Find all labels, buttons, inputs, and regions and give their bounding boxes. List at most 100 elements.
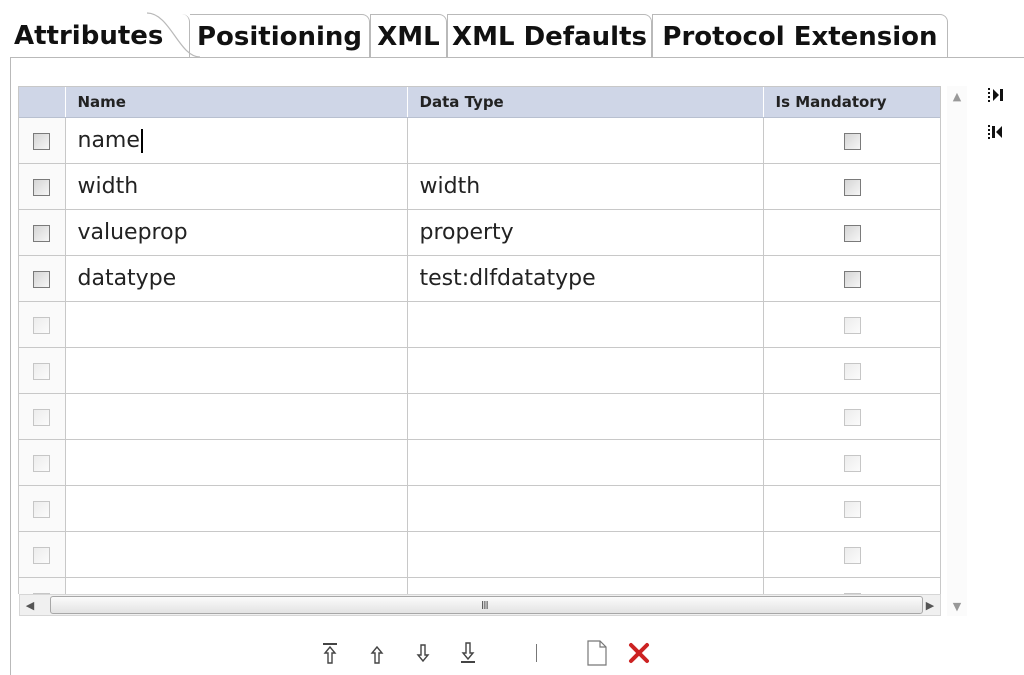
name-cell[interactable] xyxy=(65,485,408,532)
row-select-checkbox[interactable] xyxy=(33,408,51,426)
row-select-checkbox[interactable] xyxy=(33,270,51,288)
data-type-cell[interactable] xyxy=(407,531,764,578)
mandatory-checkbox[interactable] xyxy=(844,132,861,150)
mandatory-checkbox[interactable] xyxy=(844,178,861,196)
move-top-icon[interactable] xyxy=(317,636,343,670)
mandatory-checkbox[interactable] xyxy=(844,362,861,380)
tab-xml[interactable]: XML xyxy=(370,14,447,58)
table-row[interactable]: name xyxy=(19,117,940,164)
row-select-cell[interactable] xyxy=(19,117,66,164)
name-cell[interactable] xyxy=(65,531,408,578)
data-type-cell[interactable]: width xyxy=(407,163,764,210)
horizontal-scroll-thumb[interactable]: III xyxy=(50,596,923,614)
data-type-cell[interactable] xyxy=(407,393,764,440)
mandatory-cell[interactable] xyxy=(763,577,940,594)
name-cell[interactable] xyxy=(65,577,408,594)
scroll-down-icon[interactable]: ▼ xyxy=(947,596,967,616)
row-select-checkbox[interactable] xyxy=(33,454,51,472)
table-row-empty[interactable] xyxy=(19,485,940,532)
data-type-cell[interactable] xyxy=(407,301,764,348)
data-type-cell[interactable] xyxy=(407,485,764,532)
data-type-cell[interactable]: test:dlfdatatype xyxy=(407,255,764,302)
row-select-checkbox[interactable] xyxy=(33,132,51,150)
name-text[interactable]: name xyxy=(78,128,140,153)
mandatory-checkbox[interactable] xyxy=(844,270,861,288)
mandatory-checkbox[interactable] xyxy=(844,316,861,334)
mandatory-cell[interactable] xyxy=(763,485,940,532)
new-document-icon[interactable] xyxy=(583,636,611,670)
column-header-data-type[interactable]: Data Type xyxy=(407,87,764,118)
data-type-cell[interactable]: property xyxy=(407,209,764,256)
row-select-cell[interactable] xyxy=(19,163,66,210)
row-select-cell[interactable] xyxy=(19,347,66,394)
mandatory-checkbox[interactable] xyxy=(844,546,861,564)
skip-forward-icon[interactable] xyxy=(985,84,1007,106)
name-cell[interactable] xyxy=(65,439,408,486)
tab-xml-defaults[interactable]: XML Defaults xyxy=(447,14,652,58)
name-cell[interactable] xyxy=(65,301,408,348)
table-header-row: Name Data Type Is Mandatory xyxy=(19,87,940,118)
name-cell[interactable]: width xyxy=(65,163,408,210)
mandatory-checkbox[interactable] xyxy=(844,224,861,242)
table-row[interactable]: datatype test:dlfdatatype xyxy=(19,255,940,302)
name-cell[interactable]: valueprop xyxy=(65,209,408,256)
mandatory-cell[interactable] xyxy=(763,531,940,578)
tab-positioning[interactable]: Positioning xyxy=(190,14,370,58)
row-select-checkbox[interactable] xyxy=(33,546,51,564)
row-select-cell[interactable] xyxy=(19,209,66,256)
vertical-scrollbar[interactable]: ▲ ▼ xyxy=(947,86,967,616)
mandatory-cell[interactable] xyxy=(763,163,940,210)
move-up-icon[interactable] xyxy=(364,636,390,670)
scroll-up-icon[interactable]: ▲ xyxy=(947,86,967,106)
mandatory-cell[interactable] xyxy=(763,255,940,302)
row-select-cell[interactable] xyxy=(19,439,66,486)
row-select-cell[interactable] xyxy=(19,393,66,440)
row-select-cell[interactable] xyxy=(19,255,66,302)
row-select-cell[interactable] xyxy=(19,301,66,348)
name-cell[interactable]: datatype xyxy=(65,255,408,302)
table-row-empty[interactable] xyxy=(19,301,940,348)
table-row-empty[interactable] xyxy=(19,577,940,594)
row-select-checkbox[interactable] xyxy=(33,500,51,518)
mandatory-checkbox[interactable] xyxy=(844,454,861,472)
mandatory-checkbox[interactable] xyxy=(844,500,861,518)
mandatory-cell[interactable] xyxy=(763,209,940,256)
column-header-is-mandatory[interactable]: Is Mandatory xyxy=(763,87,940,118)
table-row-empty[interactable] xyxy=(19,531,940,578)
horizontal-scrollbar[interactable]: ◀ III ▶ xyxy=(19,594,941,616)
row-select-cell[interactable] xyxy=(19,577,66,594)
name-cell[interactable] xyxy=(65,347,408,394)
table-row[interactable]: width width xyxy=(19,163,940,210)
mandatory-cell[interactable] xyxy=(763,117,940,164)
mandatory-cell[interactable] xyxy=(763,393,940,440)
tab-protocol-extension[interactable]: Protocol Extension xyxy=(652,14,948,58)
table-row-empty[interactable] xyxy=(19,439,940,486)
delete-x-icon[interactable] xyxy=(624,636,654,670)
table-row-empty[interactable] xyxy=(19,347,940,394)
mandatory-cell[interactable] xyxy=(763,347,940,394)
row-select-cell[interactable] xyxy=(19,531,66,578)
mandatory-cell[interactable] xyxy=(763,301,940,348)
move-down-icon[interactable] xyxy=(410,636,436,670)
data-type-cell[interactable] xyxy=(407,117,764,164)
table-row[interactable]: valueprop property xyxy=(19,209,940,256)
scroll-left-icon[interactable]: ◀ xyxy=(20,595,40,615)
table-row-empty[interactable] xyxy=(19,393,940,440)
mandatory-checkbox[interactable] xyxy=(844,408,861,426)
move-bottom-icon[interactable] xyxy=(455,636,481,670)
data-type-cell[interactable] xyxy=(407,577,764,594)
data-type-cell[interactable] xyxy=(407,439,764,486)
mandatory-cell[interactable] xyxy=(763,439,940,486)
row-select-checkbox[interactable] xyxy=(33,224,51,242)
row-select-checkbox[interactable] xyxy=(33,178,51,196)
select-column-header[interactable] xyxy=(19,87,66,118)
data-type-cell[interactable] xyxy=(407,347,764,394)
name-cell[interactable]: name xyxy=(65,117,408,164)
row-select-cell[interactable] xyxy=(19,485,66,532)
scroll-right-icon[interactable]: ▶ xyxy=(920,595,940,615)
skip-backward-icon[interactable] xyxy=(985,121,1007,143)
column-header-name[interactable]: Name xyxy=(65,87,408,118)
name-cell[interactable] xyxy=(65,393,408,440)
row-select-checkbox[interactable] xyxy=(33,316,51,334)
row-select-checkbox[interactable] xyxy=(33,362,51,380)
